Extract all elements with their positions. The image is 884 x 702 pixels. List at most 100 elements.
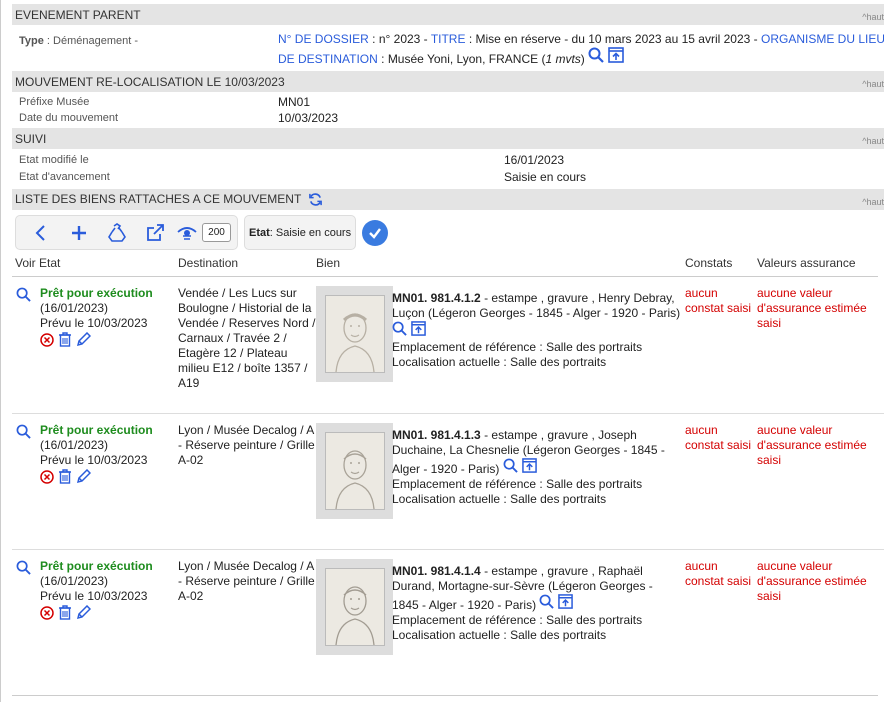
search-icon[interactable] [539, 594, 555, 609]
back-to-top-link[interactable]: ^haut [862, 197, 884, 207]
table-row: Prêt pour exécution (16/01/2023) Prévu l… [12, 413, 884, 549]
validate-button[interactable] [362, 219, 389, 246]
item-description: MN01. 981.4.1.2 - estampe , gravure , He… [392, 291, 682, 340]
item-current-location: Localisation actuelle : Salle des portra… [392, 492, 607, 506]
event-section-header: EVENEMENT PARENT ^haut [12, 4, 884, 25]
page: EVENEMENT PARENT ^haut Type : Déménageme… [12, 4, 884, 696]
trash-icon[interactable] [58, 469, 72, 484]
valeur-cell[interactable]: aucune valeur d'assurance estimée saisi [757, 559, 879, 604]
item-thumbnail[interactable] [316, 286, 393, 382]
dossier-label[interactable]: N° DE DOSSIER [278, 32, 369, 46]
thumbnail-frame [324, 295, 385, 373]
constat-cell[interactable]: aucun constat saisi [685, 423, 757, 453]
item-thumbnail[interactable] [316, 559, 393, 655]
search-icon[interactable] [392, 321, 407, 336]
view-row-button[interactable] [16, 424, 31, 440]
row-actions [40, 332, 91, 347]
col-bien: Bien [316, 256, 341, 270]
external-link-icon [147, 223, 164, 241]
item-actions [503, 458, 537, 473]
movement-section-header: MOUVEMENT RE-LOCALISATION LE 10/03/2023 … [12, 71, 884, 92]
row-actions [40, 605, 91, 620]
event-actions [588, 47, 624, 63]
status-date: (16/01/2023) [40, 574, 109, 588]
valeur-cell[interactable]: aucune valeur d'assurance estimée saisi [757, 286, 879, 331]
open-window-icon[interactable] [521, 458, 537, 473]
item-description: MN01. 981.4.1.4 - estampe , gravure , Ra… [392, 564, 682, 613]
export-button[interactable] [136, 218, 174, 248]
constat-cell[interactable]: aucun constat saisi [685, 286, 757, 316]
movement-details: Préfixe Musée MN01 Date du mouvement 10/… [12, 92, 884, 128]
view-row-button[interactable] [16, 287, 31, 303]
etat-filter[interactable]: Etat : Saisie en cours [244, 215, 357, 250]
row-actions [40, 469, 91, 484]
organisme-value: Musée Yoni, Lyon, FRANCE ( [387, 52, 546, 66]
item-id[interactable]: MN01. 981.4.1.4 [392, 564, 481, 578]
event-type: Type : Déménagement - [19, 35, 139, 47]
eye-icon [177, 226, 197, 240]
open-window-icon[interactable] [411, 321, 426, 336]
status-cell: Prêt pour exécution (16/01/2023) Prévu l… [40, 559, 175, 624]
plus-icon [72, 225, 86, 240]
back-to-top-link[interactable]: ^haut [862, 79, 884, 89]
list-toolbar: 200 Etat : Saisie en cours [15, 215, 884, 250]
prefix-label: Préfixe Musée [19, 96, 90, 108]
cancel-icon[interactable] [40, 605, 54, 620]
search-icon[interactable] [16, 560, 31, 576]
status-label: Prêt pour exécution [40, 559, 153, 573]
search-icon[interactable] [588, 47, 604, 63]
edit-pencil-icon[interactable] [76, 469, 91, 484]
valeur-cell[interactable]: aucune valeur d'assurance estimée saisi [757, 423, 879, 468]
item-id[interactable]: MN01. 981.4.1.2 [392, 291, 481, 305]
cancel-icon[interactable] [40, 469, 54, 484]
search-icon[interactable] [16, 424, 31, 440]
col-destination: Destination [178, 256, 239, 270]
item-ref-location: Emplacement de référence : Salle des por… [392, 340, 643, 354]
date-value: 10/03/2023 [278, 111, 339, 125]
open-window-icon[interactable] [558, 594, 574, 609]
trash-icon[interactable] [58, 605, 72, 620]
destination-cell: Vendée / Les Lucs sur Boulogne / Histori… [178, 286, 316, 390]
back-to-top-link[interactable]: ^haut [862, 12, 884, 22]
portrait-image [325, 569, 384, 645]
back-button[interactable] [22, 218, 60, 248]
constat-cell[interactable]: aucun constat saisi [685, 559, 757, 589]
add-button[interactable] [60, 218, 98, 248]
portrait-image [325, 433, 384, 509]
edit-pencil-icon[interactable] [76, 605, 91, 620]
modified-label: Etat modifié le [19, 154, 89, 166]
page-left-border [0, 0, 1, 702]
portrait-image [325, 296, 384, 372]
titre-label[interactable]: TITRE [431, 32, 466, 46]
back-to-top-link[interactable]: ^haut [862, 136, 884, 146]
table-body: Prêt pour exécution (16/01/2023) Prévu l… [12, 277, 884, 695]
thumbnail-frame [324, 432, 385, 510]
trash-icon[interactable] [58, 332, 72, 347]
view-button[interactable] [174, 218, 200, 248]
item-id[interactable]: MN01. 981.4.1.3 [392, 428, 481, 442]
planned-date: Prévu le 10/03/2023 [40, 453, 148, 467]
edit-pencil-icon[interactable] [76, 332, 91, 347]
open-window-icon[interactable] [608, 47, 624, 63]
event-section-title: EVENEMENT PARENT [15, 7, 141, 22]
list-section-header: LISTE DES BIENS RATTACHES A CE MOUVEMENT… [12, 189, 884, 210]
cancel-icon[interactable] [40, 332, 54, 347]
destination-cell: Lyon / Musée Decalog / A - Réserve peint… [178, 559, 315, 603]
bien-cell: MN01. 981.4.1.3 - estampe , gravure , Jo… [392, 428, 682, 507]
destination-cell: Lyon / Musée Decalog / A - Réserve peint… [178, 423, 315, 467]
search-icon[interactable] [16, 287, 31, 303]
table-bottom-divider [12, 695, 878, 696]
item-thumbnail[interactable] [316, 423, 393, 519]
table-header: Voir Etat Destination Bien Constats Vale… [12, 253, 884, 273]
table-row: Prêt pour exécution (16/01/2023) Prévu l… [12, 277, 884, 413]
planned-date: Prévu le 10/03/2023 [40, 589, 148, 603]
item-description: MN01. 981.4.1.3 - estampe , gravure , Jo… [392, 428, 682, 477]
status-cell: Prêt pour exécution (16/01/2023) Prévu l… [40, 286, 175, 351]
recycle-button[interactable] [98, 218, 136, 248]
items-count: 200 [202, 223, 231, 242]
refresh-icon[interactable] [308, 192, 323, 207]
bien-cell: MN01. 981.4.1.2 - estampe , gravure , He… [392, 291, 682, 370]
col-valeurs: Valeurs assurance [757, 256, 856, 270]
search-icon[interactable] [503, 458, 518, 473]
view-row-button[interactable] [16, 560, 31, 576]
